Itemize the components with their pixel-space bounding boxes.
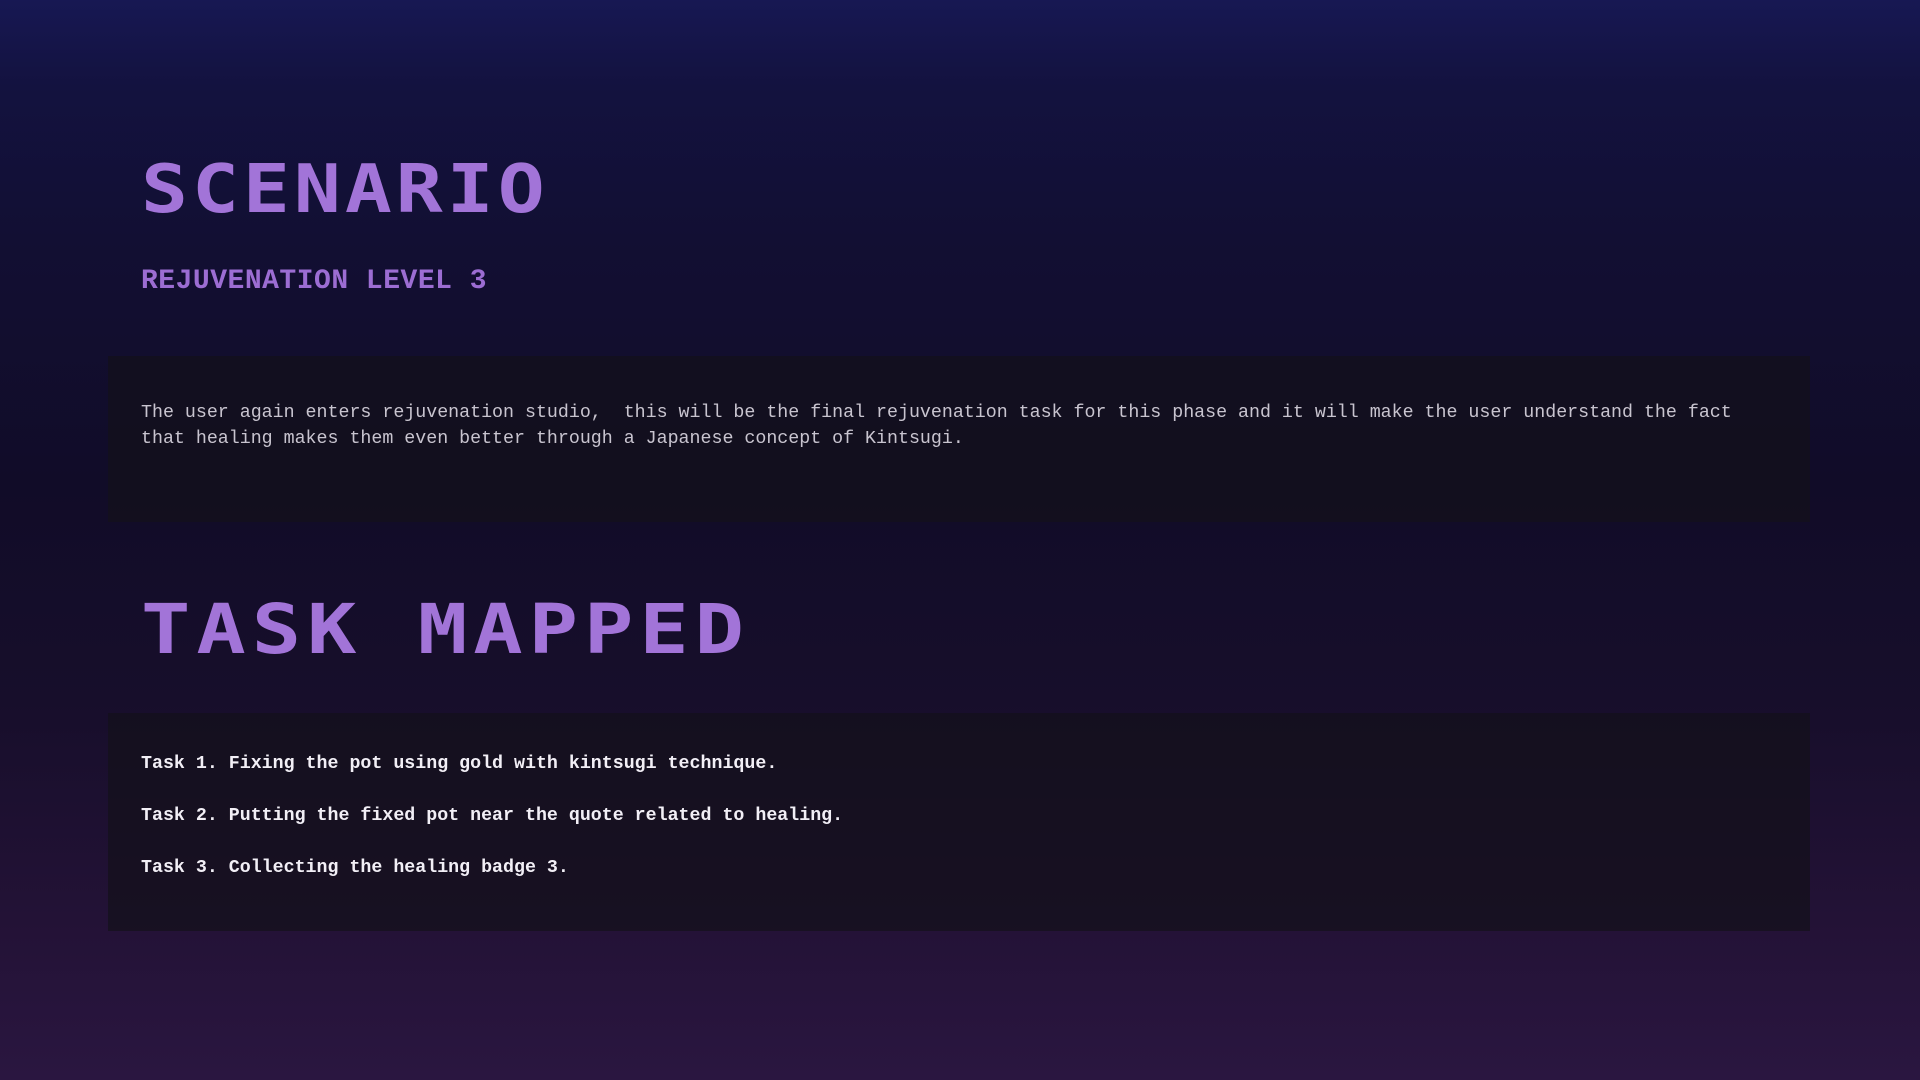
scenario-title: SCENARIO	[141, 150, 549, 229]
scenario-description: The user again enters rejuvenation studi…	[141, 403, 1743, 449]
task-item-1: Task 1. Fixing the pot using gold with k…	[141, 754, 778, 774]
task-item-2: Task 2. Putting the fixed pot near the q…	[141, 806, 844, 826]
scenario-subtitle: REJUVENATION LEVEL 3	[141, 266, 488, 297]
task-panel: Task 1. Fixing the pot using gold with k…	[108, 713, 1810, 931]
task-mapped-title: TASK MAPPED	[141, 590, 751, 670]
task-item-3: Task 3. Collecting the healing badge 3.	[141, 858, 569, 878]
scenario-panel: The user again enters rejuvenation studi…	[108, 356, 1810, 522]
task-list: Task 1. Fixing the pot using gold with k…	[141, 753, 843, 909]
